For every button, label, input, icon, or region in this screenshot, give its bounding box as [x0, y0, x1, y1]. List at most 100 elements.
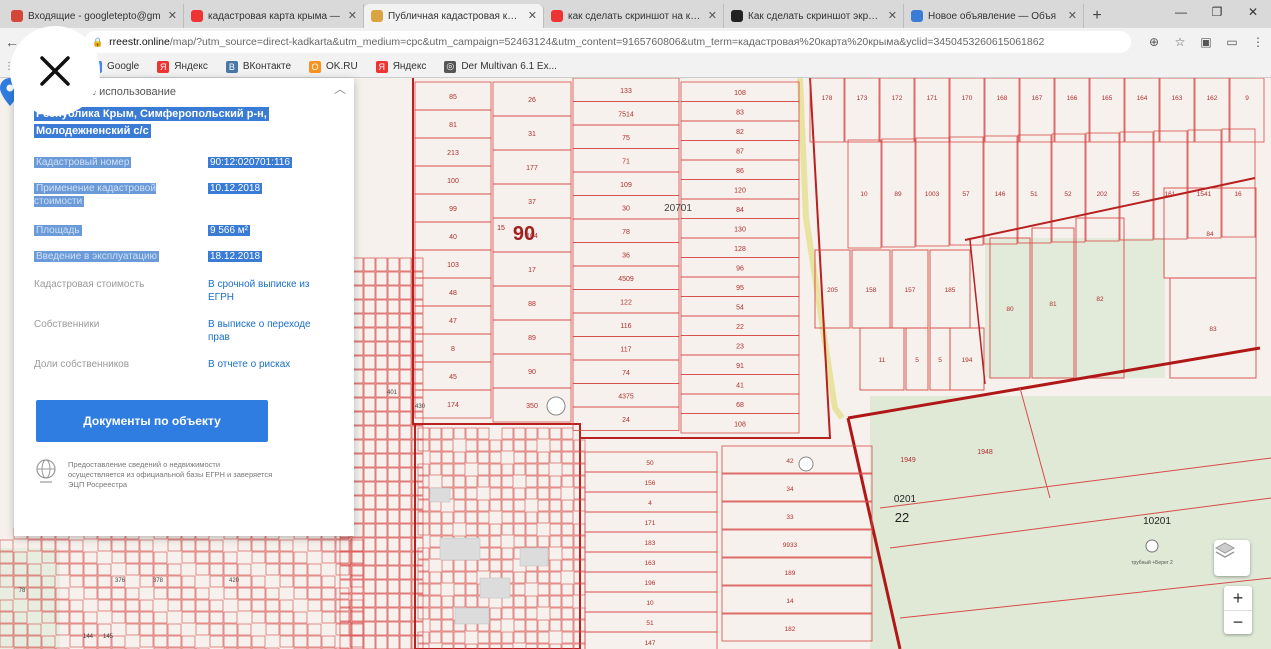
- browser-tab[interactable]: кадастровая карта крыма — ✕: [184, 4, 364, 28]
- parcel-number: 146: [995, 191, 1006, 198]
- parcel-number: 133: [620, 88, 632, 95]
- parcel: [417, 523, 430, 536]
- tab-close-icon[interactable]: ✕: [528, 9, 537, 22]
- parcel: [525, 463, 538, 476]
- close-overlay-button[interactable]: [10, 26, 100, 116]
- parcel-number: 26: [528, 97, 536, 104]
- parcel-number: 196: [645, 580, 656, 587]
- parcel: [321, 599, 336, 612]
- layers-button[interactable]: [1214, 540, 1250, 576]
- attribute-value[interactable]: В срочной выписке из ЕГРН: [208, 278, 328, 304]
- object-documents-button[interactable]: Документы по объекту: [36, 400, 268, 442]
- parcel: [399, 369, 412, 384]
- bookmark-item[interactable]: O OK.RU: [309, 60, 358, 73]
- zone-number: 10201: [1143, 516, 1171, 527]
- parcel: [489, 523, 502, 536]
- parcel: [537, 619, 550, 632]
- parcel-number: 165: [1102, 95, 1113, 102]
- tab-favicon-icon: [11, 10, 23, 22]
- parcel: [83, 575, 98, 588]
- parcel: [399, 481, 412, 496]
- attribute-value[interactable]: В отчете о рисках: [208, 358, 328, 371]
- tab-close-icon[interactable]: ✕: [168, 9, 177, 22]
- parcel: [465, 583, 478, 596]
- parcel: [251, 551, 266, 564]
- cast-icon[interactable]: ▭: [1219, 31, 1245, 53]
- bookmark-item[interactable]: Я Яндекс: [375, 60, 426, 73]
- close-window-icon[interactable]: ✕: [1235, 0, 1271, 24]
- bookmark-item[interactable]: В ВКонтакте: [225, 60, 291, 73]
- browser-tab[interactable]: Входящие - googletepto@gm ✕: [4, 4, 184, 28]
- parcel: [411, 537, 424, 552]
- browser-tab[interactable]: Публичная кадастровая карта ✕: [364, 4, 544, 28]
- parcel: [465, 571, 478, 584]
- parcel: [411, 551, 424, 566]
- parcel: [417, 463, 430, 476]
- parcel: [387, 523, 400, 538]
- tab-favicon-icon: [731, 10, 743, 22]
- new-tab-button[interactable]: +: [1084, 4, 1110, 28]
- parcel: [265, 551, 280, 564]
- browser-tab[interactable]: Новое объявление — Объя ✕: [904, 4, 1084, 28]
- browser-tab[interactable]: как сделать скриншот на ком ✕: [544, 4, 724, 28]
- bookmark-star-icon[interactable]: ☆: [1167, 31, 1193, 53]
- parcel: [525, 427, 538, 440]
- parcel: [139, 575, 154, 588]
- parcel-number: 100: [447, 178, 459, 185]
- parcel: [97, 539, 112, 552]
- parcel-number: 166: [1067, 95, 1078, 102]
- parcel: [375, 481, 388, 496]
- parcel: [561, 619, 574, 632]
- parcel: [279, 539, 294, 552]
- bookmark-item[interactable]: ◎ Der Multivan 6.1 Ex...: [444, 60, 557, 73]
- parcel: [429, 583, 442, 596]
- parcel: [465, 559, 478, 572]
- parcel: [561, 523, 574, 536]
- building: [454, 607, 490, 625]
- extension-icon[interactable]: ▣: [1193, 31, 1219, 53]
- parcel-number: 82: [1096, 296, 1104, 303]
- parcel: [549, 571, 562, 584]
- parcel-number: 122: [620, 299, 632, 306]
- tab-close-icon[interactable]: ✕: [888, 9, 897, 22]
- parcel: [97, 563, 112, 576]
- zoom-in-button[interactable]: +: [1224, 586, 1252, 610]
- parcel: [477, 499, 490, 512]
- bookmark-item[interactable]: Я Яндекс: [157, 60, 208, 73]
- parcel: [721, 613, 873, 642]
- parcel: [399, 635, 412, 649]
- parcel: [293, 623, 308, 636]
- url-input[interactable]: 🔒 rreestr.online /map/?utm_source=direct…: [83, 31, 1131, 53]
- tab-close-icon[interactable]: ✕: [1068, 9, 1077, 22]
- parcel: [387, 453, 400, 468]
- browser-tab[interactable]: Как сделать скриншот экрана ✕: [724, 4, 904, 28]
- parcel: [167, 599, 182, 612]
- green-zone: [870, 396, 1271, 649]
- parcel: [387, 551, 400, 566]
- parcel: [279, 563, 294, 576]
- menu-icon[interactable]: ⋮: [1245, 31, 1271, 53]
- parcel: [181, 635, 196, 648]
- parcel: [441, 607, 454, 620]
- restore-icon[interactable]: ❐: [1199, 0, 1235, 24]
- tab-close-icon[interactable]: ✕: [348, 9, 357, 22]
- parcel-number: 420: [229, 578, 240, 584]
- parcel: [69, 611, 84, 624]
- minimize-icon[interactable]: —: [1163, 0, 1199, 24]
- lock-icon: 🔒: [91, 36, 104, 47]
- parcel: [1119, 131, 1154, 241]
- parcel-number: 120: [734, 187, 746, 194]
- zoom-out-button[interactable]: −: [1224, 610, 1252, 634]
- parcel: [387, 313, 400, 328]
- attribute-value[interactable]: В выписке о переходе прав: [208, 318, 328, 344]
- parcel: [453, 475, 466, 488]
- parcel: [237, 635, 252, 648]
- translate-icon[interactable]: ⊕: [1141, 31, 1167, 53]
- collapse-chevron-icon[interactable]: ︿: [334, 80, 346, 97]
- tab-close-icon[interactable]: ✕: [708, 9, 717, 22]
- parcel: [477, 475, 490, 488]
- parcel-number: 109: [620, 182, 632, 189]
- parcel: [399, 467, 412, 482]
- parcel: [399, 453, 412, 468]
- parcel: [375, 551, 388, 566]
